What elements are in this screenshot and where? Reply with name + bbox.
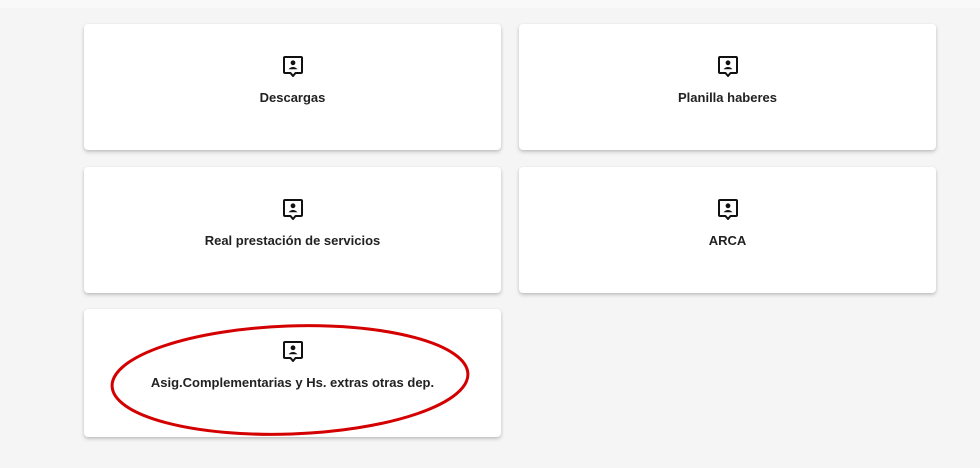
card-arca[interactable]: ARCA — [519, 167, 936, 293]
contact-badge-icon — [717, 56, 738, 77]
card-descargas[interactable]: Descargas — [84, 24, 501, 150]
top-strip — [0, 0, 980, 8]
card-label: Descargas — [259, 90, 326, 105]
contact-badge-icon — [717, 199, 738, 220]
card-real-prestacion-servicios[interactable]: Real prestación de servicios — [84, 167, 501, 293]
contact-badge-icon — [282, 341, 303, 362]
card-planilla-haberes[interactable]: Planilla haberes — [519, 24, 936, 150]
card-label: ARCA — [708, 233, 747, 248]
card-label: Asig.Complementarias y Hs. extras otras … — [150, 375, 435, 390]
contact-badge-icon — [282, 199, 303, 220]
card-label: Planilla haberes — [678, 90, 777, 105]
contact-badge-icon — [282, 56, 303, 77]
page: Descargas Planilla haberes Real prestaci… — [0, 0, 980, 468]
card-label: Real prestación de servicios — [204, 233, 381, 248]
card-asig-complementarias[interactable]: Asig.Complementarias y Hs. extras otras … — [84, 309, 501, 437]
